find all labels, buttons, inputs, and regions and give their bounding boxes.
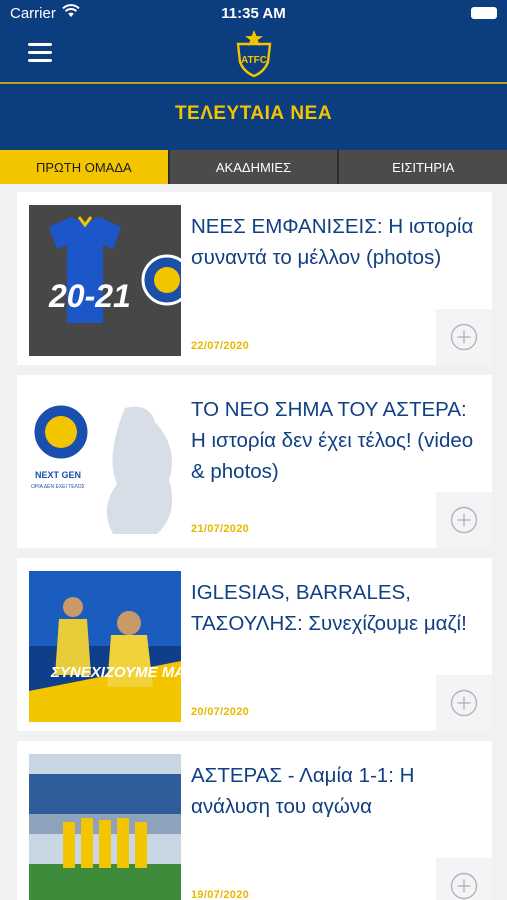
news-date: 21/07/2020 [191, 523, 250, 535]
header-divider [0, 82, 507, 84]
thumb-subtext: ΟΡΙΑ ΔΕΝ ΕΧΕΙ ΤΕΛΟΣ [31, 484, 85, 490]
news-thumbnail: NEXT GEN ΟΡΙΑ ΔΕΝ ΕΧΕΙ ΤΕΛΟΣ [29, 388, 181, 539]
add-button[interactable] [436, 675, 492, 731]
status-time: 11:35 AM [221, 5, 286, 22]
news-card[interactable]: 20-21 ΝΕΕΣ ΕΜΦΑΝΙΣΕΙΣ: Η ιστορία συναντά… [17, 192, 492, 365]
news-title[interactable]: ΝΕΕΣ ΕΜΦΑΝΙΣΕΙΣ: Η ιστορία συναντά το μέ… [191, 211, 481, 273]
plus-circle-icon [450, 689, 478, 717]
news-thumbnail: 20-21 [29, 205, 181, 356]
tab-academies[interactable]: ΑΚΑΔΗΜΙΕΣ [167, 150, 338, 184]
hamburger-icon[interactable] [28, 43, 54, 63]
news-title[interactable]: ΤΟ ΝΕΟ ΣΗΜΑ ΤΟΥ ΑΣΤΕΡΑ: Η ιστορία δεν έχ… [191, 394, 481, 487]
news-title[interactable]: IGLESIAS, BARRALES, ΤΑΣΟΥΛΗΣ: Συνεχίζουμ… [191, 577, 481, 639]
news-feed: 20-21 ΝΕΕΣ ΕΜΦΑΝΙΣΕΙΣ: Η ιστορία συναντά… [0, 184, 507, 900]
battery-icon [471, 7, 497, 19]
thumb-text: ΣΥΝΕΧΙΖΟΥΜΕ ΜΑΖΙ [50, 664, 181, 681]
add-button[interactable] [436, 309, 492, 365]
tab-first-team[interactable]: ΠΡΩΤΗ ΟΜΑΔΑ [0, 150, 168, 184]
news-card[interactable]: NEXT GEN ΟΡΙΑ ΔΕΝ ΕΧΕΙ ΤΕΛΟΣ ΤΟ ΝΕΟ ΣΗΜΑ… [17, 375, 492, 548]
plus-circle-icon [450, 506, 478, 534]
plus-circle-icon [450, 323, 478, 351]
category-tabs: ΠΡΩΤΗ ΟΜΑΔΑ ΑΚΑΔΗΜΙΕΣ ΕΙΣΙΤΗΡΙΑ [0, 150, 507, 184]
plus-circle-icon [450, 872, 478, 900]
app-header: Carrier 11:35 AM ATFC ΤΕΛΕΥΤΑΙΑ ΝΕΑ [0, 0, 507, 150]
logo-text: ATFC [241, 55, 267, 66]
page-title: ΤΕΛΕΥΤΑΙΑ ΝΕΑ [174, 103, 333, 124]
news-title[interactable]: ΑΣΤΕΡΑΣ - Λαμία 1-1: Η ανάλυση του αγώνα [191, 760, 481, 822]
add-button[interactable] [436, 492, 492, 548]
status-bar: Carrier 11:35 AM [0, 0, 507, 30]
thumb-text: NEXT GEN [35, 470, 81, 480]
news-thumbnail: ΣΥΝΕΧΙΖΟΥΜΕ ΜΑΖΙ [29, 571, 181, 722]
news-date: 22/07/2020 [191, 340, 250, 352]
news-date: 19/07/2020 [191, 889, 250, 900]
club-logo: ATFC [236, 30, 272, 78]
news-date: 20/07/2020 [191, 706, 250, 718]
news-card[interactable]: ΑΣΤΕΡΑΣ - Λαμία 1-1: Η ανάλυση του αγώνα… [17, 741, 492, 900]
news-thumbnail [29, 754, 181, 900]
news-card[interactable]: ΣΥΝΕΧΙΖΟΥΜΕ ΜΑΖΙ IGLESIAS, BARRALES, ΤΑΣ… [17, 558, 492, 731]
add-button[interactable] [436, 858, 492, 900]
tab-tickets[interactable]: ΕΙΣΙΤΗΡΙΑ [337, 150, 507, 184]
thumb-text: 20-21 [48, 278, 131, 314]
